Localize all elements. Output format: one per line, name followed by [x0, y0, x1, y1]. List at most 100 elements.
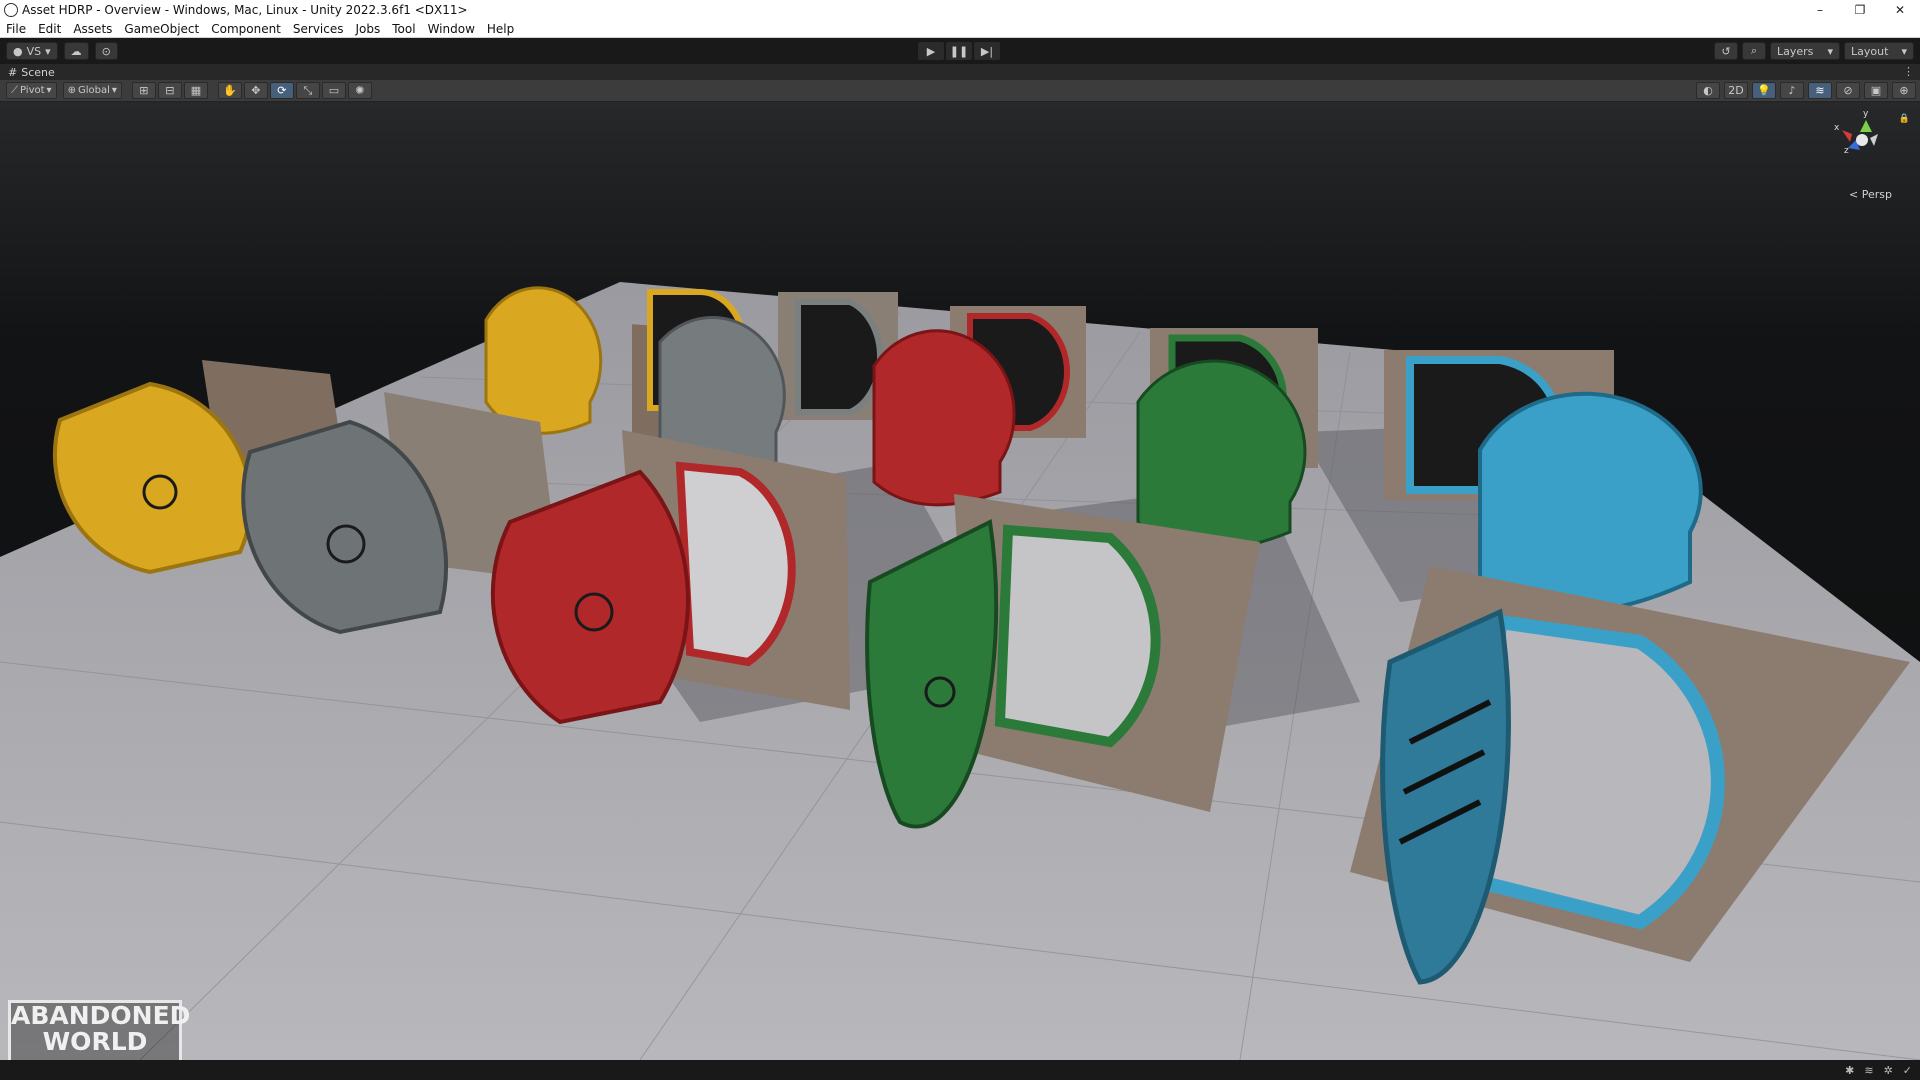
hand-tool-button[interactable]: ✋ [217, 82, 242, 99]
gizmos-button[interactable]: ⊕ [1892, 82, 1916, 99]
playmode-controls: ▶ ❚❚ ▶| [918, 42, 1000, 60]
main-toolbar: ● VS ▾ ☁ ⊙ ▶ ❚❚ ▶| ↺ ⌕ Layers ▾ Layout ▾ [0, 38, 1920, 64]
cloud-icon: ☁ [70, 44, 82, 58]
move-tool-button[interactable]: ✥ [243, 82, 268, 99]
menu-window[interactable]: Window [422, 20, 481, 38]
play-button[interactable]: ▶ [918, 42, 944, 60]
audio-button[interactable]: ♪ [1780, 82, 1804, 99]
tab-scene[interactable]: # Scene [0, 64, 63, 80]
lighting-button[interactable]: 💡 [1752, 82, 1776, 99]
transform-tool-button[interactable]: ✺ [347, 82, 372, 99]
chevron-down-icon: ▾ [1827, 44, 1833, 58]
increment-snap-button[interactable]: ⊟ [157, 82, 182, 99]
eye-slash-icon: ⊘ [1843, 84, 1853, 97]
menu-component[interactable]: Component [205, 20, 287, 38]
ruler-snap-button[interactable]: ▦ [183, 82, 208, 99]
scene-viewport[interactable]: y x z 🔒 < Persp ABANDONED WORLD [0, 102, 1920, 1060]
lock-icon[interactable]: 🔒 [1899, 114, 1910, 124]
layers-label: Layers [1777, 44, 1814, 58]
shading-icon: ◐ [1703, 84, 1713, 97]
window-title: Asset HDRP - Overview - Windows, Mac, Li… [22, 3, 468, 17]
move-icon: ✥ [251, 84, 261, 97]
menu-file[interactable]: File [0, 20, 32, 38]
layers-dropdown[interactable]: Layers ▾ [1770, 42, 1840, 60]
bug-icon[interactable]: ✱ [1845, 1064, 1854, 1077]
step-button[interactable]: ▶| [974, 42, 1000, 60]
cloud-button[interactable]: ☁ [63, 42, 89, 60]
door-green-back [1136, 328, 1318, 552]
account-icon: ● [13, 44, 23, 58]
pivot-icon: ⟋ [11, 85, 18, 96]
lightbulb-icon: 💡 [1757, 84, 1771, 97]
ruler-icon: ▦ [190, 84, 202, 97]
menu-jobs[interactable]: Jobs [350, 20, 387, 38]
close-button[interactable]: ✕ [1880, 0, 1920, 20]
camera-settings-button[interactable]: ▣ [1864, 82, 1888, 99]
logo-line-2: WORLD [42, 1027, 148, 1056]
menu-tool[interactable]: Tool [386, 20, 421, 38]
menu-assets[interactable]: Assets [67, 20, 118, 38]
projection-toggle[interactable]: < Persp [1849, 188, 1892, 201]
layers-stack-icon[interactable]: ≋ [1864, 1064, 1873, 1077]
collab-icon: ⊙ [101, 44, 111, 58]
increment-snap-icon: ⊟ [165, 84, 175, 97]
tab-scene-label: Scene [21, 65, 55, 79]
effects-button[interactable]: ≋ [1808, 82, 1832, 99]
global-dropdown[interactable]: ⊕ Global ▾ [62, 82, 122, 99]
menu-edit[interactable]: Edit [32, 20, 67, 38]
draw-mode-button[interactable]: ◐ [1696, 82, 1720, 99]
global-label: Global [77, 85, 110, 96]
logo-line-1: ABANDONED [11, 1001, 191, 1030]
effects-icon: ≋ [1815, 84, 1825, 97]
rotate-tool-button[interactable]: ⟳ [269, 82, 294, 99]
grid-icon: # [8, 65, 18, 79]
menu-help[interactable]: Help [481, 20, 520, 38]
menu-gameobject[interactable]: GameObject [118, 20, 205, 38]
menu-services[interactable]: Services [287, 20, 350, 38]
view-2d-button[interactable]: 2D [1724, 82, 1748, 99]
gizmo-x-label: x [1834, 123, 1840, 133]
collab-button[interactable]: ⊙ [94, 42, 118, 60]
transform-icon: ✺ [355, 84, 365, 97]
account-dropdown[interactable]: ● VS ▾ [6, 42, 58, 60]
pause-button[interactable]: ❚❚ [946, 42, 972, 60]
menu-bar: File Edit Assets GameObject Component Se… [0, 20, 1920, 38]
search-button[interactable]: ⌕ [1742, 42, 1766, 60]
pause-icon: ❚❚ [949, 44, 969, 58]
scene-orientation-gizmo[interactable]: y x z [1820, 106, 1900, 196]
gizmo-y-label: y [1863, 109, 1869, 119]
chevron-down-icon: ▾ [46, 85, 52, 96]
view-2d-label: 2D [1728, 84, 1744, 97]
grid-snap-icon: ⊞ [139, 84, 149, 97]
scale-tool-button[interactable]: ⤡ [295, 82, 320, 99]
chevron-down-icon: ▾ [1901, 44, 1907, 58]
play-icon: ▶ [926, 44, 936, 58]
check-icon[interactable]: ✓ [1903, 1064, 1912, 1077]
search-icon: ⌕ [1750, 44, 1758, 57]
scene-toolbar: ⟋ Pivot ▾ ⊕ Global ▾ ⊞ ⊟ ▦ ✋ ✥ ⟳ ⤡ ▭ ✺ ◐… [0, 80, 1920, 102]
hidden-objects-button[interactable]: ⊘ [1836, 82, 1860, 99]
window-title-bar: Asset HDRP - Overview - Windows, Mac, Li… [0, 0, 1920, 20]
grid-snap-button[interactable]: ⊞ [131, 82, 156, 99]
camera-icon: ▣ [1870, 84, 1882, 97]
abandoned-world-logo: ABANDONED WORLD [8, 1000, 191, 1060]
scale-icon: ⤡ [303, 83, 313, 97]
chevron-down-icon: ▾ [45, 44, 51, 58]
scene-tab-row: # Scene ⋮ [0, 64, 1920, 80]
globe-icon: ⊕ [67, 85, 76, 96]
history-button[interactable]: ↺ [1714, 42, 1738, 60]
hand-icon: ✋ [223, 84, 237, 97]
step-icon: ▶| [980, 44, 994, 58]
layout-dropdown[interactable]: Layout ▾ [1844, 42, 1914, 60]
unity-logo-icon [4, 3, 18, 17]
pivot-dropdown[interactable]: ⟋ Pivot ▾ [6, 82, 57, 99]
status-bar: ✱ ≋ ✲ ✓ [0, 1060, 1920, 1080]
minimize-button[interactable]: – [1800, 0, 1840, 20]
audio-icon: ♪ [1788, 84, 1796, 97]
rect-tool-button[interactable]: ▭ [321, 82, 346, 99]
maximize-button[interactable]: ❐ [1840, 0, 1880, 20]
scene-render [0, 282, 1920, 1060]
more-options-icon[interactable]: ⋮ [1903, 64, 1914, 80]
account-label: VS [26, 44, 42, 58]
debug-icon[interactable]: ✲ [1884, 1064, 1893, 1077]
